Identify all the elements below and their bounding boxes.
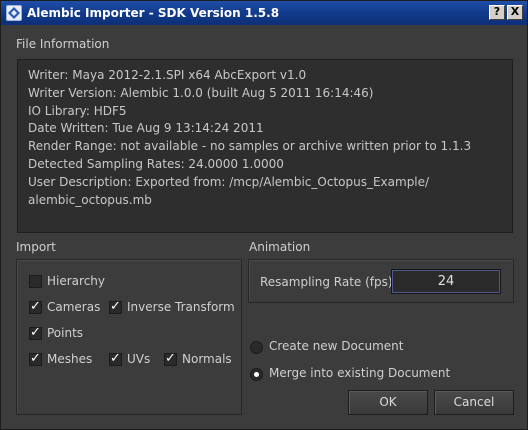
hierarchy-label: Hierarchy bbox=[47, 274, 106, 288]
uvs-checkbox[interactable]: ✓ bbox=[109, 351, 122, 366]
info-sampling-rates: Detected Sampling Rates: 24.0000 1.0000 bbox=[28, 156, 284, 171]
app-icon bbox=[6, 5, 22, 21]
radio-dot-icon bbox=[254, 372, 259, 377]
cameras-label: Cameras bbox=[47, 300, 101, 314]
info-writer-version: Writer Version: Alembic 1.0.0 (built Aug… bbox=[28, 85, 374, 100]
create-new-document-radio[interactable] bbox=[250, 341, 263, 354]
cameras-checkbox[interactable]: ✓ bbox=[29, 299, 42, 314]
points-checkbox[interactable]: ✓ bbox=[29, 325, 42, 340]
info-render-range: Render Range: not available - no samples… bbox=[28, 139, 472, 154]
check-icon: ✓ bbox=[30, 299, 41, 314]
resampling-rate-input[interactable]: 24 bbox=[391, 269, 501, 294]
meshes-checkbox[interactable]: ✓ bbox=[29, 351, 42, 366]
title-bar[interactable]: Alembic Importer - SDK Version 1.5.8 ? X bbox=[1, 1, 527, 25]
help-button[interactable]: ? bbox=[489, 5, 505, 20]
meshes-label: Meshes bbox=[47, 352, 93, 366]
inverse-transform-checkbox[interactable]: ✓ bbox=[109, 299, 122, 314]
uvs-label: UVs bbox=[127, 352, 151, 366]
check-icon: ✓ bbox=[165, 351, 176, 366]
file-information-heading: File Information bbox=[16, 37, 110, 51]
points-label: Points bbox=[47, 326, 84, 340]
check-icon: ✓ bbox=[110, 299, 121, 314]
merge-existing-document-radio[interactable] bbox=[250, 368, 263, 381]
hierarchy-checkbox[interactable] bbox=[29, 275, 42, 288]
file-information-box: Writer: Maya 2012-2.1.SPI x64 AbcExport … bbox=[17, 59, 513, 233]
info-user-description-cont: alembic_octopus.mb bbox=[28, 192, 152, 207]
animation-heading: Animation bbox=[249, 240, 311, 254]
info-writer: Writer: Maya 2012-2.1.SPI x64 AbcExport … bbox=[28, 68, 307, 82]
normals-label: Normals bbox=[182, 352, 232, 366]
info-user-description: User Description: Exported from: /mcp/Al… bbox=[28, 174, 430, 189]
check-icon: ✓ bbox=[110, 351, 121, 366]
cancel-button[interactable]: Cancel bbox=[434, 390, 514, 415]
resampling-rate-label: Resampling Rate (fps): bbox=[260, 275, 397, 289]
create-new-document-label: Create new Document bbox=[269, 339, 404, 353]
check-icon: ✓ bbox=[30, 351, 41, 366]
info-io-library: IO Library: HDF5 bbox=[28, 103, 127, 118]
merge-existing-document-label: Merge into existing Document bbox=[269, 366, 451, 380]
ok-button[interactable]: OK bbox=[348, 390, 428, 415]
alembic-importer-dialog: Alembic Importer - SDK Version 1.5.8 ? X… bbox=[0, 0, 528, 430]
import-heading: Import bbox=[16, 240, 56, 254]
check-icon: ✓ bbox=[30, 325, 41, 340]
window-title: Alembic Importer - SDK Version 1.5.8 bbox=[27, 6, 280, 20]
normals-checkbox[interactable]: ✓ bbox=[164, 351, 177, 366]
close-button[interactable]: X bbox=[507, 5, 523, 20]
info-date-written: Date Written: Tue Aug 9 13:14:24 2011 bbox=[28, 121, 264, 136]
inverse-transform-label: Inverse Transform bbox=[127, 300, 235, 314]
